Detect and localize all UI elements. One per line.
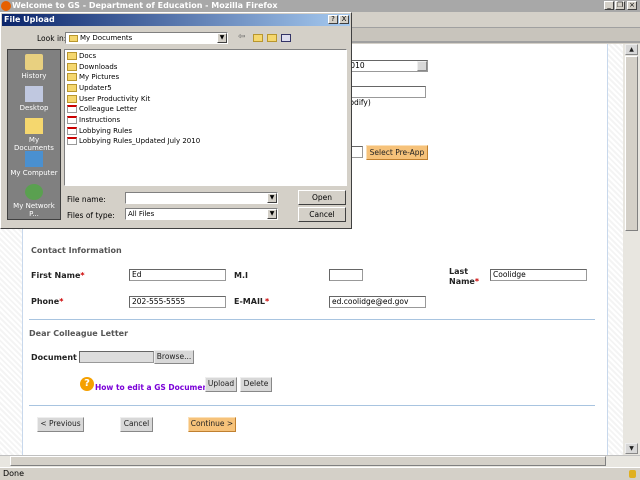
help-link[interactable]: How to edit a GS Document: [95, 383, 211, 392]
chevron-down-icon[interactable]: ▼: [217, 33, 227, 43]
list-item[interactable]: Colleague Letter: [67, 104, 137, 114]
folder-icon: [67, 95, 77, 103]
place-desktop[interactable]: Desktop: [8, 86, 60, 112]
pdf-icon: [67, 116, 77, 124]
open-button[interactable]: Open: [298, 190, 346, 205]
look-in-value: My Documents: [80, 34, 133, 42]
pdf-icon: [67, 137, 77, 145]
new-folder-icon[interactable]: [267, 34, 277, 42]
view-menu-icon[interactable]: [281, 34, 291, 42]
horizontal-scrollbar[interactable]: [0, 455, 640, 467]
vertical-scrollbar[interactable]: ▲ ▼: [623, 44, 640, 455]
up-folder-icon[interactable]: [253, 34, 263, 42]
delete-button[interactable]: Delete: [240, 377, 272, 392]
folder-icon: [67, 73, 77, 81]
browse-button[interactable]: Browse...: [154, 350, 194, 364]
place-history[interactable]: History: [8, 54, 60, 80]
calendar-icon[interactable]: [417, 61, 427, 71]
minimize-button[interactable]: _: [604, 1, 614, 10]
letter-section-heading: Dear Colleague Letter: [29, 329, 129, 338]
network-icon: [25, 184, 43, 200]
file-name-label: File name:: [67, 195, 106, 204]
email-input[interactable]: ed.coolidge@ed.gov: [329, 296, 426, 308]
desktop-icon: [25, 86, 43, 102]
contact-section-heading: Contact Information: [31, 246, 122, 255]
file-type-label: Files of type:: [67, 211, 115, 220]
help-icon: ?: [80, 377, 94, 391]
date-field[interactable]: /2010: [340, 60, 428, 72]
last-name-label: Last Name*: [449, 267, 480, 286]
status-bar: Done: [0, 467, 640, 480]
history-icon: [25, 54, 43, 70]
back-icon[interactable]: ⇦: [238, 32, 246, 42]
places-bar: History Desktop My Documents My Computer…: [7, 49, 61, 220]
select-preapp-button[interactable]: Select Pre-App: [366, 145, 428, 160]
dialog-title: File Upload: [4, 15, 55, 24]
document-label: Document: [31, 353, 77, 362]
firefox-icon: [1, 1, 11, 11]
look-in-select[interactable]: My Documents ▼: [65, 32, 228, 44]
dialog-close-button[interactable]: X: [339, 15, 349, 24]
divider: [29, 319, 595, 320]
chevron-down-icon[interactable]: ▼: [267, 193, 277, 203]
look-in-label: Look in:: [37, 34, 67, 43]
file-name-input[interactable]: ▼: [125, 192, 278, 204]
pdf-icon: [67, 127, 77, 135]
close-window-button[interactable]: ×: [627, 1, 637, 10]
list-item[interactable]: Docs: [67, 51, 96, 61]
dialog-cancel-button[interactable]: Cancel: [298, 207, 346, 222]
place-my-computer[interactable]: My Computer: [8, 151, 60, 177]
phone-label: Phone*: [31, 297, 64, 306]
list-item[interactable]: Instructions: [67, 115, 120, 125]
scroll-up-button[interactable]: ▲: [625, 44, 638, 55]
text-field[interactable]: [340, 86, 426, 98]
dialog-help-button[interactable]: ?: [328, 15, 338, 24]
list-item[interactable]: Lobbying Rules_Updated July 2010: [67, 136, 200, 146]
scroll-thumb[interactable]: [625, 56, 638, 231]
list-item[interactable]: My Pictures: [67, 72, 119, 82]
dialog-title-bar: File Upload: [2, 14, 350, 26]
list-item[interactable]: Updater5: [67, 83, 112, 93]
pdf-icon: [67, 105, 77, 113]
upload-button[interactable]: Upload: [205, 377, 237, 392]
list-item[interactable]: Lobbying Rules: [67, 126, 132, 136]
place-my-network[interactable]: My Network P...: [8, 184, 60, 218]
folder-icon: [67, 52, 77, 60]
document-file-input[interactable]: [79, 351, 154, 363]
mi-label: M.I: [234, 271, 248, 280]
my-documents-icon: [25, 118, 43, 134]
folder-icon: [67, 84, 77, 92]
folder-icon: [69, 35, 78, 42]
folder-icon: [67, 63, 77, 71]
phone-input[interactable]: 202-555-5555: [129, 296, 226, 308]
last-name-input[interactable]: Coolidge: [490, 269, 587, 281]
file-upload-dialog: File Upload ? X Look in: My Documents ▼ …: [0, 12, 352, 229]
lock-icon: [629, 470, 636, 478]
place-my-documents[interactable]: My Documents: [8, 118, 60, 152]
list-item[interactable]: Downloads: [67, 62, 117, 72]
window-title: Welcome to GS - Department of Education …: [12, 1, 278, 10]
first-name-input[interactable]: Ed: [129, 269, 226, 281]
my-computer-icon: [25, 151, 43, 167]
file-list[interactable]: Docs Downloads My Pictures Updater5 User…: [64, 49, 347, 186]
email-label: E-MAIL*: [234, 297, 270, 306]
cancel-button[interactable]: Cancel: [120, 417, 153, 432]
chevron-down-icon[interactable]: ▼: [267, 209, 277, 219]
first-name-label: First Name*: [31, 271, 85, 280]
continue-button[interactable]: Continue >: [188, 417, 236, 432]
divider: [29, 405, 595, 406]
list-item[interactable]: User Productivity Kit: [67, 94, 150, 104]
mi-input[interactable]: [329, 269, 363, 281]
horizontal-scroll-thumb[interactable]: [10, 456, 606, 466]
browser-title-bar: Welcome to GS - Department of Education …: [0, 0, 640, 12]
scroll-down-button[interactable]: ▼: [625, 443, 638, 454]
previous-button[interactable]: < Previous: [37, 417, 84, 432]
file-type-select[interactable]: All Files ▼: [125, 208, 278, 220]
restore-button[interactable]: ❐: [615, 1, 625, 10]
status-text: Done: [3, 469, 25, 478]
